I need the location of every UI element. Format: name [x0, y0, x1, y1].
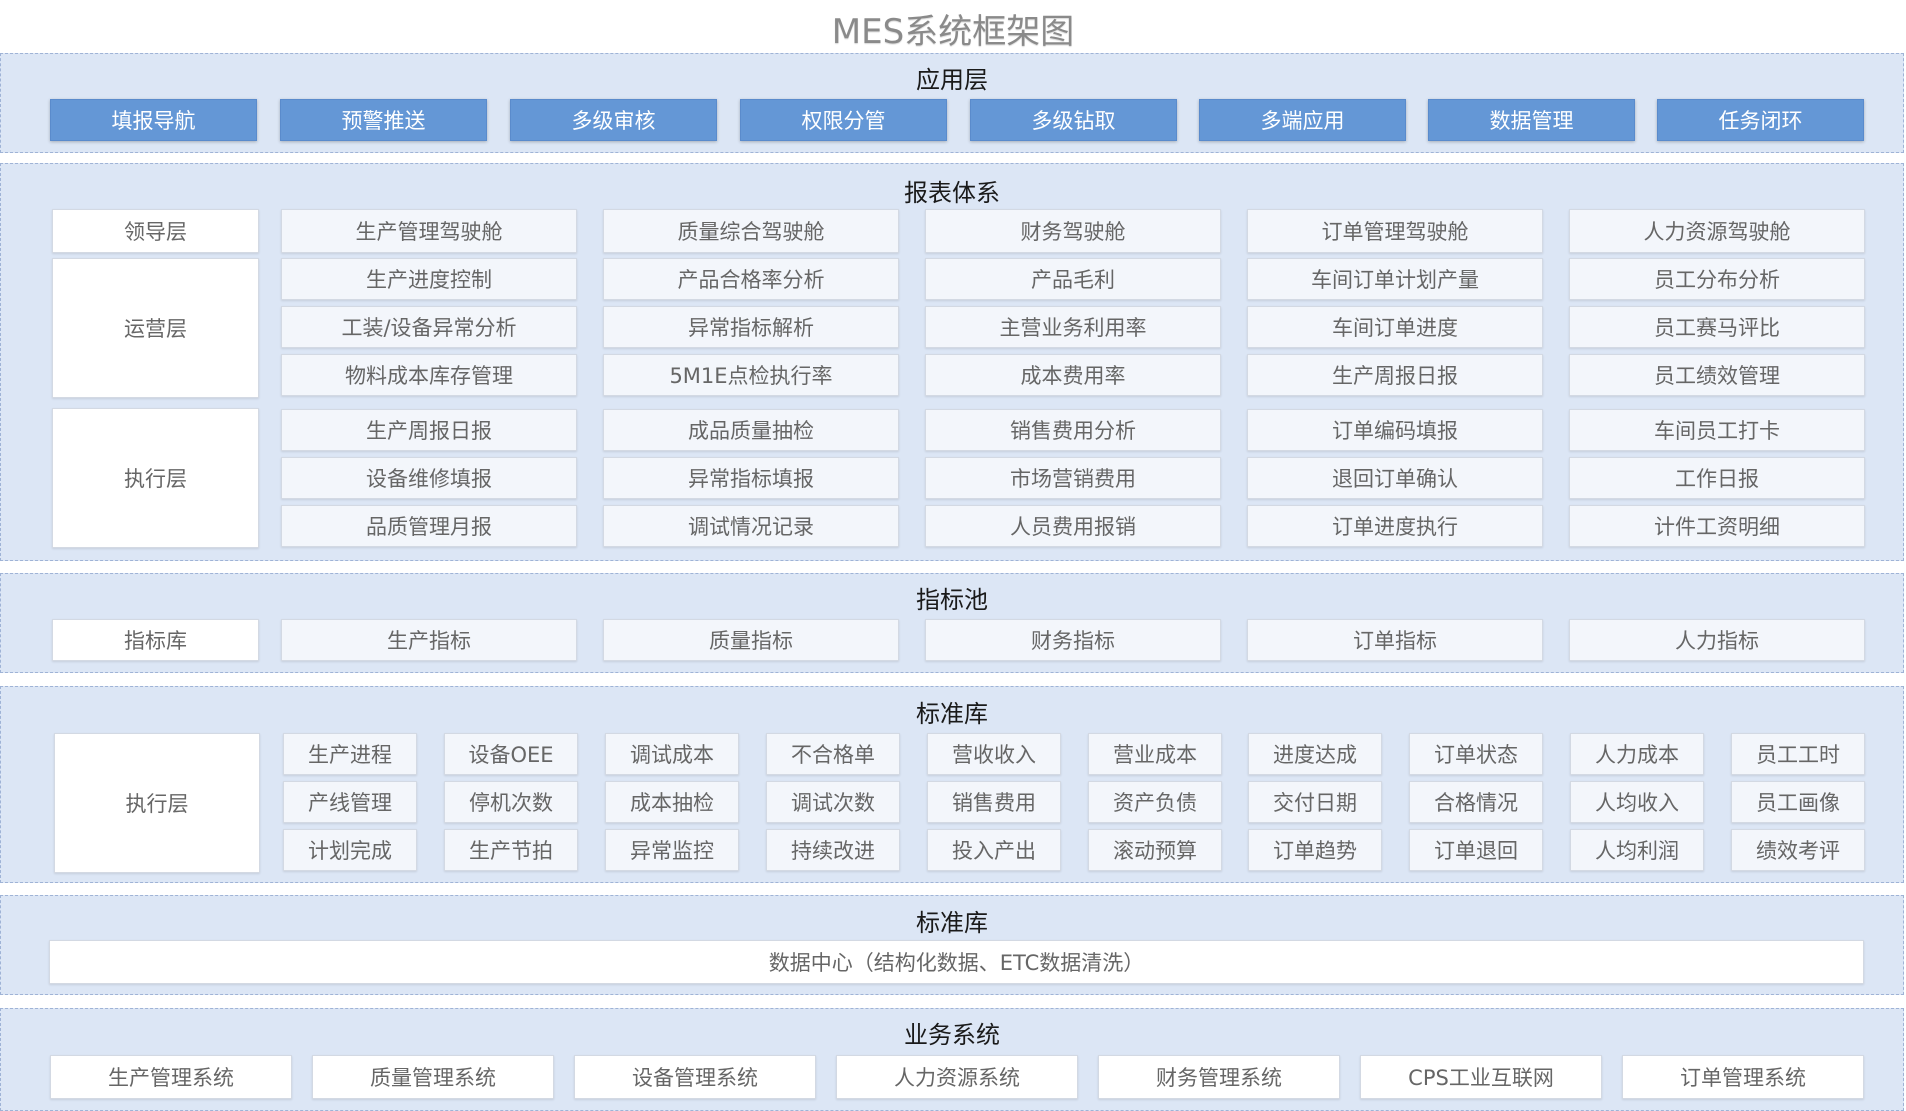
report-execution-item: 调试情况记录 — [603, 505, 899, 547]
report-cockpit-item: 质量综合驾驶舱 — [603, 209, 899, 253]
standard-item: 销售费用 — [927, 781, 1061, 823]
standard-item: 生产进程 — [283, 733, 417, 775]
standard-item: 成本抽检 — [605, 781, 739, 823]
report-execution-item: 异常指标填报 — [603, 457, 899, 499]
standard-item: 调试成本 — [605, 733, 739, 775]
report-operations-item: 5M1E点检执行率 — [603, 354, 899, 396]
standard-item: 订单趋势 — [1248, 829, 1382, 871]
standard-item: 员工画像 — [1731, 781, 1865, 823]
report-cockpit-item: 人力资源驾驶舱 — [1569, 209, 1865, 253]
report-operations-item: 生产进度控制 — [281, 258, 577, 300]
report-execution-item: 计件工资明细 — [1569, 505, 1865, 547]
standard-item: 持续改进 — [766, 829, 900, 871]
standard-item: 人均收入 — [1570, 781, 1704, 823]
business-system-item: 质量管理系统 — [312, 1055, 554, 1099]
standard-item: 投入产出 — [927, 829, 1061, 871]
report-execution-item: 成品质量抽检 — [603, 409, 899, 451]
report-execution-item: 车间员工打卡 — [1569, 409, 1865, 451]
indicator-item: 质量指标 — [603, 619, 899, 661]
business-system-item: 人力资源系统 — [836, 1055, 1078, 1099]
standard-item: 计划完成 — [283, 829, 417, 871]
report-operations-item: 主营业务利用率 — [925, 306, 1221, 348]
business-systems-title: 业务系统 — [904, 1021, 1000, 1049]
report-cockpit-item: 财务驾驶舱 — [925, 209, 1221, 253]
report-operations-item: 车间订单进度 — [1247, 306, 1543, 348]
report-operations-item: 员工赛马评比 — [1569, 306, 1865, 348]
business-system-item: 设备管理系统 — [574, 1055, 816, 1099]
report-execution-item: 退回订单确认 — [1247, 457, 1543, 499]
report-execution-item: 销售费用分析 — [925, 409, 1221, 451]
report-execution-item: 设备维修填报 — [281, 457, 577, 499]
standard-item: 不合格单 — [766, 733, 900, 775]
diagram-title: MES系统框架图 — [831, 12, 1075, 52]
indicator-item: 生产指标 — [281, 619, 577, 661]
business-system-item: 生产管理系统 — [50, 1055, 292, 1099]
standard-item: 资产负债 — [1088, 781, 1222, 823]
indicator-item: 订单指标 — [1247, 619, 1543, 661]
app-layer-item: 多端应用 — [1199, 99, 1406, 141]
report-execution-item: 品质管理月报 — [281, 505, 577, 547]
indicator-item: 人力指标 — [1569, 619, 1865, 661]
standard-item: 营收收入 — [927, 733, 1061, 775]
standard-item: 订单退回 — [1409, 829, 1543, 871]
report-execution-item: 人员费用报销 — [925, 505, 1221, 547]
standard-item: 停机次数 — [444, 781, 578, 823]
report-execution-item: 生产周报日报 — [281, 409, 577, 451]
standard-item: 产线管理 — [283, 781, 417, 823]
mes-framework-diagram: MES系统框架图 应用层 报表体系 指标池 标准库 标准库 业务系统 填报导航预… — [0, 0, 1906, 1111]
report-operations-item: 异常指标解析 — [603, 306, 899, 348]
standard-item: 生产节拍 — [444, 829, 578, 871]
standard-item: 人均利润 — [1570, 829, 1704, 871]
business-system-item: CPS工业互联网 — [1360, 1055, 1602, 1099]
app-layer-item: 任务闭环 — [1657, 99, 1864, 141]
operations-layer-label: 运营层 — [52, 258, 259, 398]
business-system-item: 订单管理系统 — [1622, 1055, 1864, 1099]
data-center-title: 标准库 — [916, 909, 988, 937]
report-cockpit-item: 订单管理驾驶舱 — [1247, 209, 1543, 253]
report-operations-item: 员工绩效管理 — [1569, 354, 1865, 396]
app-layer-item: 多级钻取 — [970, 99, 1177, 141]
standard-item: 绩效考评 — [1731, 829, 1865, 871]
report-operations-item: 工装/设备异常分析 — [281, 306, 577, 348]
standard-item: 进度达成 — [1248, 733, 1382, 775]
report-system-title: 报表体系 — [904, 179, 1000, 207]
report-operations-item: 成本费用率 — [925, 354, 1221, 396]
indicator-library-label: 指标库 — [52, 619, 259, 661]
report-operations-item: 物料成本库存管理 — [281, 354, 577, 396]
standard-execution-label: 执行层 — [54, 733, 260, 873]
execution-layer-label: 执行层 — [52, 408, 259, 548]
standard-item: 合格情况 — [1409, 781, 1543, 823]
report-operations-item: 产品合格率分析 — [603, 258, 899, 300]
app-layer-item: 预警推送 — [280, 99, 487, 141]
report-execution-item: 工作日报 — [1569, 457, 1865, 499]
leader-layer-label: 领导层 — [52, 209, 259, 253]
report-operations-item: 生产周报日报 — [1247, 354, 1543, 396]
indicator-pool-title: 指标池 — [916, 586, 988, 614]
standard-item: 员工工时 — [1731, 733, 1865, 775]
app-layer-item: 权限分管 — [740, 99, 947, 141]
standard-item: 调试次数 — [766, 781, 900, 823]
standard-item: 订单状态 — [1409, 733, 1543, 775]
app-layer-item: 数据管理 — [1428, 99, 1635, 141]
standard-item: 交付日期 — [1248, 781, 1382, 823]
app-layer-title: 应用层 — [916, 66, 988, 94]
business-system-item: 财务管理系统 — [1098, 1055, 1340, 1099]
standard-lib-title: 标准库 — [916, 700, 988, 728]
standard-item: 异常监控 — [605, 829, 739, 871]
report-operations-item: 员工分布分析 — [1569, 258, 1865, 300]
app-layer-item: 多级审核 — [510, 99, 717, 141]
standard-item: 人力成本 — [1570, 733, 1704, 775]
app-layer-item: 填报导航 — [50, 99, 257, 141]
standard-item: 营业成本 — [1088, 733, 1222, 775]
standard-item: 滚动预算 — [1088, 829, 1222, 871]
report-execution-item: 市场营销费用 — [925, 457, 1221, 499]
report-execution-item: 订单进度执行 — [1247, 505, 1543, 547]
report-operations-item: 车间订单计划产量 — [1247, 258, 1543, 300]
report-execution-item: 订单编码填报 — [1247, 409, 1543, 451]
indicator-item: 财务指标 — [925, 619, 1221, 661]
data-center-bar: 数据中心（结构化数据、ETC数据清洗） — [49, 940, 1864, 984]
report-operations-item: 产品毛利 — [925, 258, 1221, 300]
report-cockpit-item: 生产管理驾驶舱 — [281, 209, 577, 253]
standard-item: 设备OEE — [444, 733, 578, 775]
